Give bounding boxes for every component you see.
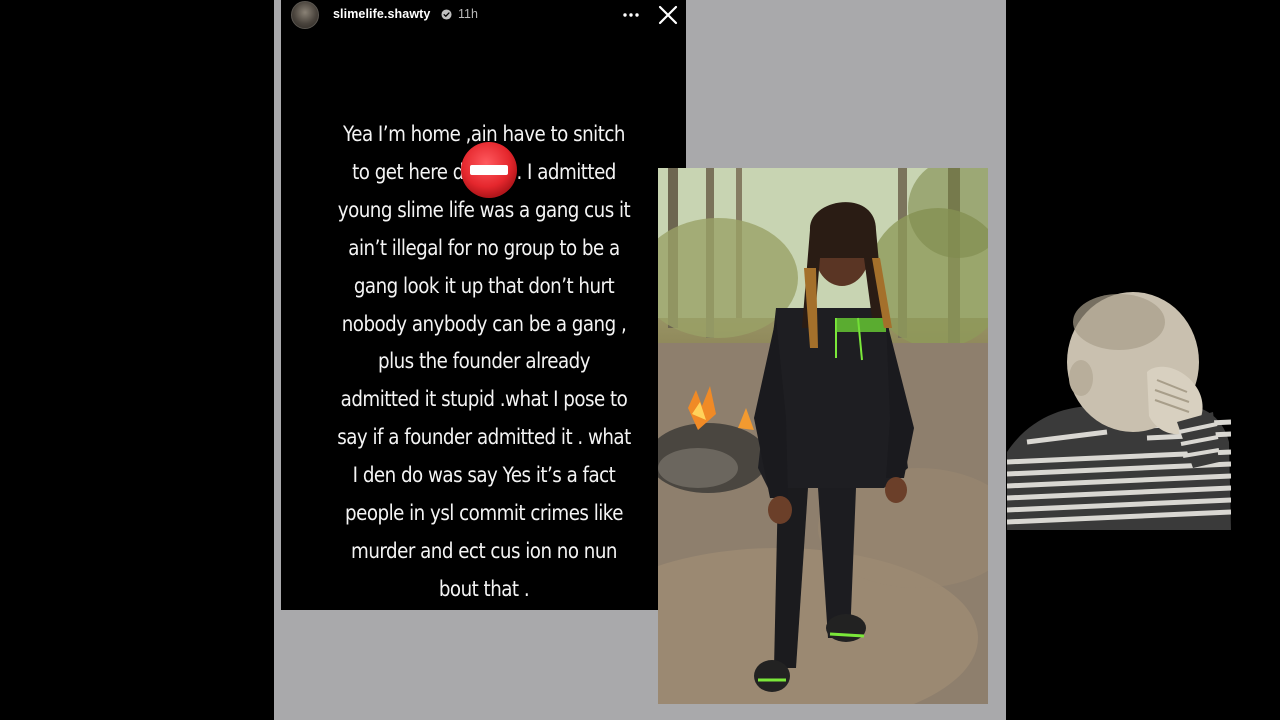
story-username[interactable]: slimelife.shawty [333, 7, 430, 21]
instagram-story: slimelife.shawty 11h Yea I’m home ,ain h… [281, 0, 686, 610]
caption-line: I den do was say Yes it’s a fact [352, 463, 616, 488]
caption-line: gang look it up that don’t hurt [353, 273, 615, 298]
caption-line: bout that . [438, 576, 530, 601]
facepalm-baby-sticker [1007, 292, 1231, 530]
avatar[interactable] [291, 1, 319, 29]
baby-illustration [1007, 292, 1231, 530]
story-timestamp: 11h [458, 7, 478, 21]
caption-line: plus the founder already [377, 349, 591, 374]
close-icon[interactable] [657, 4, 679, 26]
caption-line: ain’t illegal for no group to be a [348, 235, 620, 260]
story-header: slimelife.shawty 11h [281, 0, 686, 30]
photo-illustration [658, 168, 988, 704]
video-frame: slimelife.shawty 11h Yea I’m home ,ain h… [0, 0, 1280, 720]
person-photo [658, 168, 988, 704]
caption-line: nobody anybody can be a gang , [341, 311, 627, 336]
caption-line: people in ysl commit crimes like [345, 501, 623, 526]
caption-line: murder and ect cus ion no nun [351, 538, 617, 563]
more-options-icon[interactable] [620, 6, 642, 24]
caption-line: say if a founder admitted it . what [337, 425, 631, 450]
caption-line: admitted it stupid .what I pose to [340, 387, 628, 412]
no-entry-icon [461, 142, 517, 198]
verified-badge-icon [441, 9, 452, 20]
